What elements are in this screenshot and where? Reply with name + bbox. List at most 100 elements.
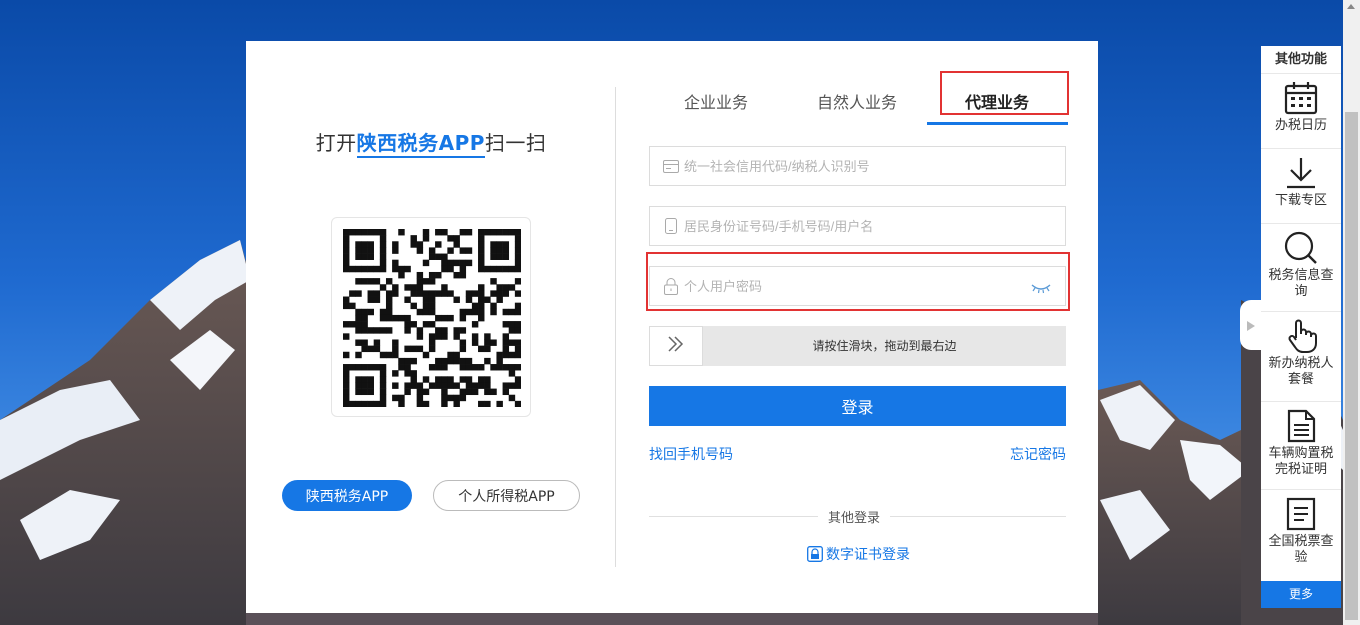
qr-module xyxy=(416,284,424,291)
sidebar-item-vehicle-tax-certificate[interactable]: 车辆购置税完税证明 xyxy=(1261,402,1341,490)
qr-module xyxy=(361,321,368,328)
login-button[interactable]: 登录 xyxy=(649,386,1066,426)
sidebar-item-tax-calendar[interactable]: 办税日历 xyxy=(1261,74,1341,149)
qr-module xyxy=(453,400,460,407)
forgot-password-link[interactable]: 忘记密码 xyxy=(1010,444,1066,464)
qr-module xyxy=(373,327,381,334)
credit-code-field[interactable] xyxy=(649,146,1066,186)
recover-phone-link[interactable]: 找回手机号码 xyxy=(649,444,733,464)
qr-module xyxy=(496,357,503,365)
qr-module xyxy=(379,241,387,248)
qr-module xyxy=(367,265,374,273)
qr-module xyxy=(435,376,442,383)
scan-title: 打开陕西税务APP扫一扫 xyxy=(246,127,616,158)
qr-module xyxy=(502,351,510,359)
qr-module xyxy=(496,400,503,407)
vertical-divider xyxy=(615,87,616,567)
qr-module xyxy=(441,364,448,371)
sidebar-item-invoice-verify[interactable]: 全国税票查验 xyxy=(1261,490,1341,581)
qr-module xyxy=(514,235,521,242)
slide-verify[interactable]: 请按住滑块，拖动到最右边 xyxy=(649,326,1066,366)
qr-module xyxy=(453,357,460,365)
qr-module xyxy=(478,259,485,267)
sidebar-item-tax-info-query[interactable]: 税务信息查询 xyxy=(1261,224,1341,312)
qr-module xyxy=(496,290,503,297)
scan-title-brand: 陕西税务APP xyxy=(356,131,485,158)
qr-module xyxy=(343,400,350,407)
personal-income-tax-app-button[interactable]: 个人所得税APP xyxy=(433,480,580,511)
id-card-icon xyxy=(662,157,680,175)
qr-module xyxy=(478,247,485,254)
qr-module xyxy=(508,370,516,377)
shaanxi-tax-app-button[interactable]: 陕西税务APP xyxy=(282,480,412,511)
document-icon xyxy=(1261,408,1341,444)
tab-individual[interactable]: 自然人业务 xyxy=(817,89,897,113)
qr-module xyxy=(490,278,497,285)
qr-module xyxy=(478,235,485,242)
qr-module xyxy=(392,241,399,248)
cert-login-link[interactable]: 数字证书登录 xyxy=(807,544,910,564)
qr-module xyxy=(422,388,430,396)
sidebar-toggle[interactable] xyxy=(1240,300,1262,350)
qr-module xyxy=(379,351,387,359)
sidebar-item-new-taxpayer-package[interactable]: 新办纳税人套餐 xyxy=(1261,312,1341,402)
qr-module xyxy=(404,327,411,334)
qr-module xyxy=(355,229,362,236)
id-input[interactable] xyxy=(684,218,1065,234)
qr-module xyxy=(441,400,448,407)
qr-module xyxy=(496,284,503,291)
qr-module xyxy=(373,339,381,346)
qr-module xyxy=(367,229,374,236)
scan-title-suffix: 扫一扫 xyxy=(484,131,547,155)
qr-module xyxy=(502,247,510,254)
qr-module xyxy=(508,321,516,328)
qr-module xyxy=(478,400,485,407)
qr-module xyxy=(392,394,399,402)
scroll-thumb[interactable] xyxy=(1345,112,1358,620)
sidebar-item-download[interactable]: 下载专区 xyxy=(1261,149,1341,224)
qr-module xyxy=(459,394,467,402)
qr-module xyxy=(404,296,411,303)
qr-module xyxy=(416,290,424,297)
qr-module xyxy=(367,382,374,389)
qr-module xyxy=(465,259,473,267)
slider-handle[interactable] xyxy=(649,326,703,366)
qr-module xyxy=(367,278,374,285)
qr-module xyxy=(392,265,399,273)
qr-module xyxy=(355,327,362,334)
qr-module xyxy=(453,327,460,334)
qr-module xyxy=(416,278,424,285)
qr-module xyxy=(373,400,381,407)
qr-code-image xyxy=(343,229,521,407)
tab-enterprise[interactable]: 企业业务 xyxy=(684,89,748,113)
qr-module xyxy=(465,296,473,303)
qr-module xyxy=(478,314,485,322)
id-field[interactable] xyxy=(649,206,1066,246)
qr-module xyxy=(435,314,442,322)
page-scrollbar[interactable] xyxy=(1343,0,1360,625)
qr-module xyxy=(502,265,510,273)
qr-module xyxy=(373,290,381,297)
qr-module xyxy=(355,364,362,371)
qr-module xyxy=(471,339,479,346)
qr-module xyxy=(453,333,460,340)
qr-module xyxy=(478,302,485,310)
qr-module xyxy=(410,290,417,297)
qr-module xyxy=(435,290,442,297)
qr-module xyxy=(471,364,479,371)
qr-module xyxy=(478,265,485,273)
qr-module xyxy=(361,339,368,346)
qr-module xyxy=(490,290,497,297)
qr-module xyxy=(478,290,485,297)
qr-module xyxy=(471,382,479,389)
scroll-up-arrow[interactable] xyxy=(1347,4,1355,9)
qr-module xyxy=(385,314,393,322)
sidebar-more-button[interactable]: 更多 xyxy=(1261,581,1341,608)
qr-module xyxy=(459,327,467,334)
qr-module xyxy=(349,321,356,328)
qr-module xyxy=(496,265,503,273)
qr-module xyxy=(441,259,448,267)
calendar-icon xyxy=(1261,80,1341,116)
qr-module xyxy=(508,364,516,371)
credit-code-input[interactable] xyxy=(684,158,1065,174)
